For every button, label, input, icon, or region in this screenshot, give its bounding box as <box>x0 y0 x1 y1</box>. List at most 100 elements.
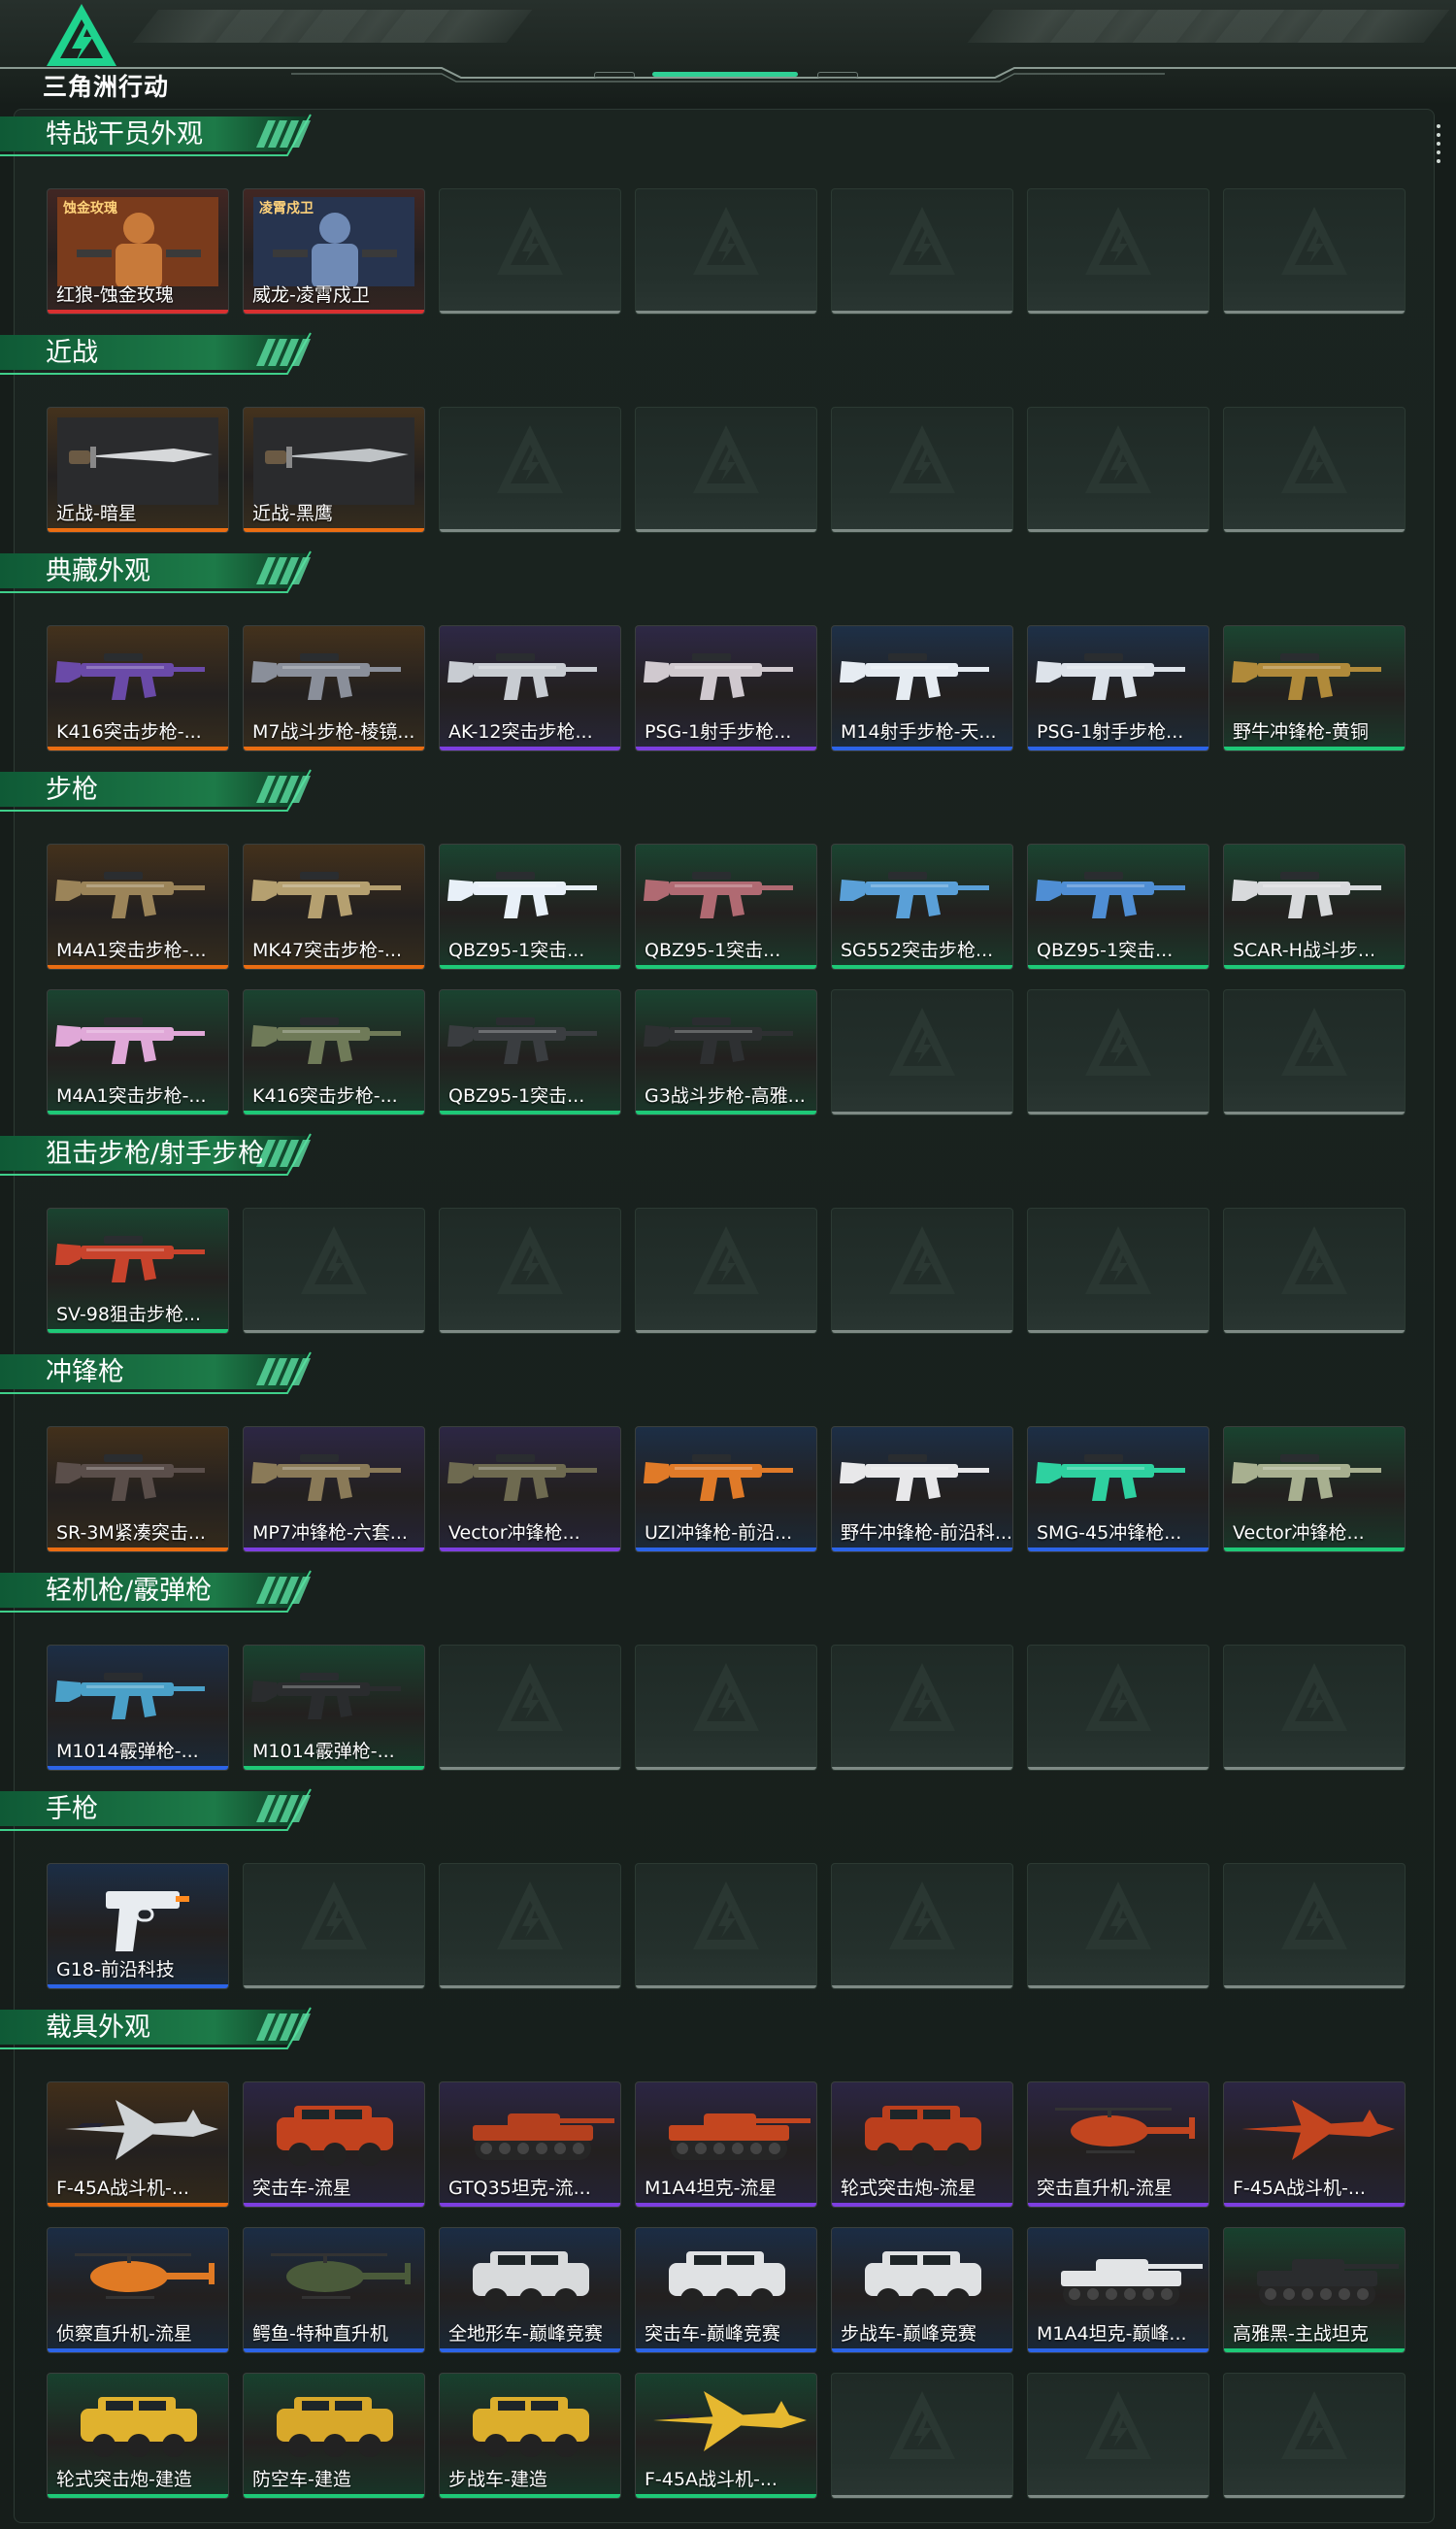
skin-card-label: M1014霰弹枪-... <box>252 1741 395 1762</box>
empty-slot-bar <box>440 529 620 532</box>
empty-slot-bar <box>1028 529 1208 532</box>
skin-card[interactable]: MP7冲锋枪-六套... <box>243 1426 425 1552</box>
delta-watermark-icon <box>1281 425 1347 493</box>
empty-slot-bar <box>832 2495 1012 2498</box>
empty-slot <box>831 1208 1013 1334</box>
delta-watermark-icon <box>1085 1881 1151 1949</box>
empty-slot-bar <box>832 1767 1012 1770</box>
skin-card[interactable]: K416突击步枪-... <box>243 989 425 1115</box>
skin-card[interactable]: 步战车-建造 <box>439 2373 621 2499</box>
skin-card[interactable]: AK-12突击步枪... <box>439 625 621 751</box>
skin-card[interactable]: 鳄鱼-特种直升机 <box>243 2227 425 2353</box>
skin-card[interactable]: M1014霰弹枪-... <box>243 1645 425 1771</box>
skin-card[interactable]: M1014霰弹枪-... <box>47 1645 229 1771</box>
rarity-bar <box>48 2494 228 2498</box>
skin-card[interactable]: Vector冲锋枪... <box>1223 1426 1406 1552</box>
rarity-bar <box>48 1766 228 1770</box>
empty-slot-bar <box>440 1330 620 1333</box>
skin-card[interactable]: 全地形车-巅峰竞赛 <box>439 2227 621 2353</box>
delta-watermark-icon <box>1085 1008 1151 1076</box>
skin-card[interactable]: F-45A战斗机-... <box>1223 2081 1406 2208</box>
skin-card[interactable]: SCAR-H战斗步... <box>1223 844 1406 970</box>
skin-card[interactable]: QBZ95-1突击... <box>635 844 817 970</box>
skin-card[interactable]: UZI冲锋枪-前沿... <box>635 1426 817 1552</box>
empty-slot <box>1027 1645 1209 1771</box>
skin-card[interactable]: 蚀金玫瑰 红狼-蚀金玫瑰 <box>47 188 229 315</box>
heli-skin-icon <box>271 2253 411 2299</box>
skin-card[interactable]: F-45A战斗机-... <box>635 2373 817 2499</box>
skin-card[interactable]: QBZ95-1突击... <box>439 989 621 1115</box>
section-title: 典藏外观 <box>46 556 150 586</box>
section-title: 狙击步枪/射手步枪 <box>46 1139 265 1169</box>
skin-card[interactable]: 野牛冲锋枪-黄铜 <box>1223 625 1406 751</box>
skin-card[interactable]: QBZ95-1突击... <box>1027 844 1209 970</box>
section-title: 近战 <box>46 338 98 368</box>
gun-skin-icon <box>1036 872 1185 918</box>
skin-card[interactable]: SV-98狙击步枪... <box>47 1208 229 1334</box>
skin-card[interactable]: SG552突击步枪... <box>831 844 1013 970</box>
skin-card[interactable]: M1A4坦克-巅峰... <box>1027 2227 1209 2353</box>
skin-card[interactable]: M4A1突击步枪-... <box>47 989 229 1115</box>
skin-card[interactable]: 侦察直升机-流星 <box>47 2227 229 2353</box>
skin-card[interactable]: F-45A战斗机-... <box>47 2081 229 2208</box>
delta-watermark-icon <box>1085 1226 1151 1294</box>
skin-card[interactable]: 凌霄戍卫 威龙-凌霄戍卫 <box>243 188 425 315</box>
rarity-bar <box>1028 747 1208 750</box>
rarity-bar <box>244 747 424 750</box>
skin-card[interactable]: G18-前沿科技 <box>47 1863 229 1989</box>
section-title: 手枪 <box>46 1794 98 1824</box>
skin-card-label: 突击直升机-流星 <box>1037 2178 1173 2199</box>
empty-slot <box>1027 2373 1209 2499</box>
skin-card[interactable]: PSG-1射手步枪... <box>1027 625 1209 751</box>
scroll-indicator[interactable] <box>1437 124 1440 173</box>
skin-card[interactable]: M14射手步枪-天... <box>831 625 1013 751</box>
skin-card[interactable]: M1A4坦克-流星 <box>635 2081 817 2208</box>
rarity-bar <box>1224 2203 1405 2207</box>
skin-card[interactable]: 突击车-流星 <box>243 2081 425 2208</box>
skin-card[interactable]: QBZ95-1突击... <box>439 844 621 970</box>
rarity-bar <box>48 1547 228 1551</box>
skin-card[interactable]: 轮式突击炮-流星 <box>831 2081 1013 2208</box>
empty-slot-bar <box>1028 1767 1208 1770</box>
knife2-skin-icon <box>253 417 414 505</box>
skin-card[interactable]: 近战-黑鹰 <box>243 407 425 533</box>
skin-card[interactable]: GTQ35坦克-流... <box>439 2081 621 2208</box>
skin-card[interactable]: 突击直升机-流星 <box>1027 2081 1209 2208</box>
skin-card[interactable]: 近战-暗星 <box>47 407 229 533</box>
skin-card[interactable]: SMG-45冲锋枪... <box>1027 1426 1209 1552</box>
empty-slot <box>1027 188 1209 315</box>
empty-slot <box>831 188 1013 315</box>
skin-card-label: QBZ95-1突击... <box>1037 940 1174 961</box>
empty-slot-bar <box>1028 311 1208 314</box>
empty-slot <box>439 1645 621 1771</box>
operator-skin-icon: 蚀金玫瑰 <box>57 197 218 286</box>
car-skin-icon <box>277 2397 393 2457</box>
empty-slot-bar <box>1224 2495 1405 2498</box>
skin-card[interactable]: K416突击步枪-... <box>47 625 229 751</box>
skin-card[interactable]: SR-3M紧凑突击... <box>47 1426 229 1552</box>
skin-card-label: 突击车-流星 <box>252 2178 351 2199</box>
gun-skin-icon <box>55 872 205 918</box>
card-photo-caption: 凌霄戍卫 <box>259 200 314 216</box>
gun-skin-icon <box>447 1454 597 1501</box>
skin-card[interactable]: 高雅黑-主战坦克 <box>1223 2227 1406 2353</box>
empty-slot <box>1027 1863 1209 1989</box>
skin-card[interactable]: G3战斗步枪-高雅... <box>635 989 817 1115</box>
skin-card[interactable]: 突击车-巅峰竞赛 <box>635 2227 817 2353</box>
skin-card-label: 步战车-巅峰竞赛 <box>841 2323 976 2345</box>
rarity-bar <box>636 2494 816 2498</box>
skin-card[interactable]: 野牛冲锋枪-前沿科... <box>831 1426 1013 1552</box>
rarity-bar <box>440 1547 620 1551</box>
section-title: 轻机枪/霰弹枪 <box>46 1576 213 1606</box>
skin-card[interactable]: 防空车-建造 <box>243 2373 425 2499</box>
skin-card[interactable]: 步战车-巅峰竞赛 <box>831 2227 1013 2353</box>
skin-card[interactable]: MK47突击步枪-... <box>243 844 425 970</box>
rarity-bar <box>440 2203 620 2207</box>
skin-card[interactable]: PSG-1射手步枪... <box>635 625 817 751</box>
empty-slot-bar <box>1224 1112 1405 1115</box>
skin-card[interactable]: M4A1突击步枪-... <box>47 844 229 970</box>
rarity-bar <box>244 1766 424 1770</box>
skin-card[interactable]: M7战斗步枪-棱镜... <box>243 625 425 751</box>
skin-card[interactable]: 轮式突击炮-建造 <box>47 2373 229 2499</box>
skin-card[interactable]: Vector冲锋枪... <box>439 1426 621 1552</box>
